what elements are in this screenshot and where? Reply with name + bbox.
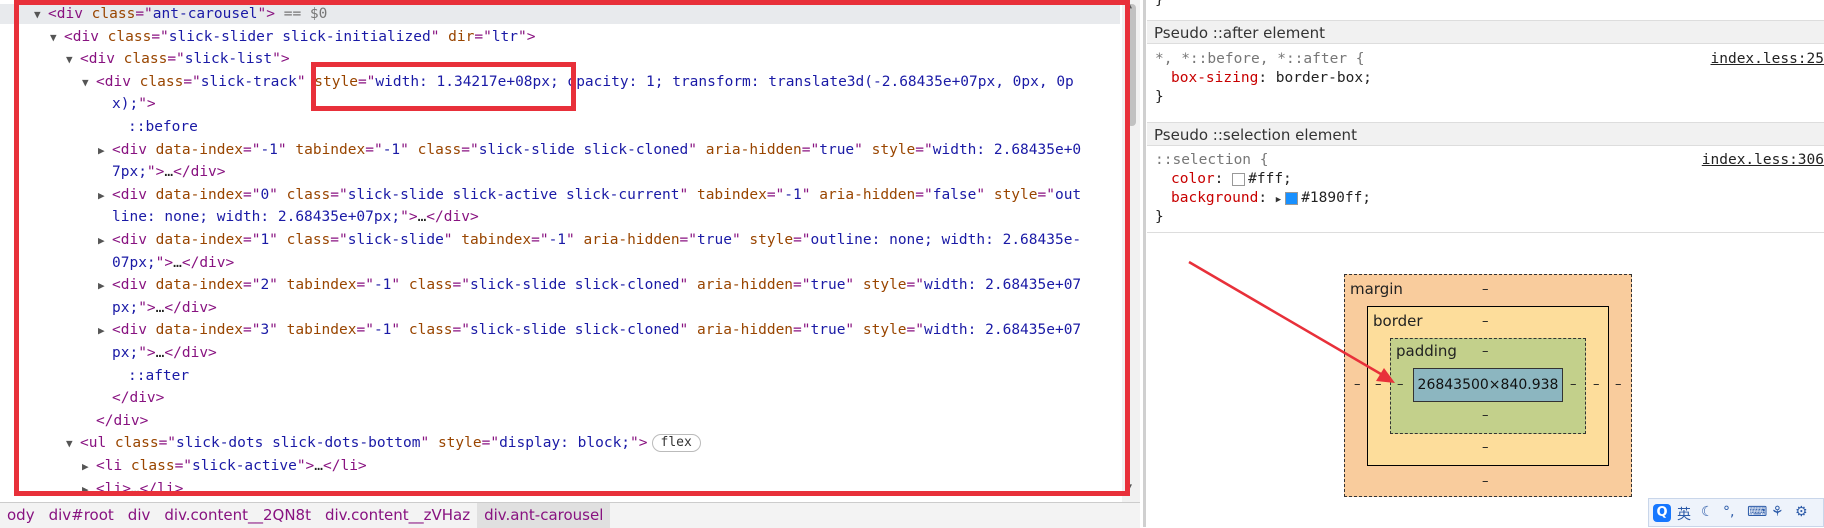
annotation-box-style-width — [311, 62, 576, 111]
border-top-value[interactable]: – — [1482, 314, 1489, 329]
selection-color-declaration[interactable]: color: #fff; — [1171, 170, 1292, 189]
top-brace: } — [1155, 0, 1164, 10]
margin-top-value[interactable]: – — [1482, 282, 1489, 297]
breadcrumb-item[interactable]: div.content__2QN8t — [157, 503, 318, 528]
ime-language-toggle[interactable]: 英 — [1677, 504, 1691, 524]
breadcrumb-item[interactable]: div — [121, 503, 158, 528]
after-rule-value: border-box; — [1276, 70, 1372, 86]
after-rule-close: } — [1155, 88, 1164, 107]
ime-punctuation-icon[interactable]: °, — [1723, 504, 1734, 520]
after-rule-selector: *, *::before, *::after { — [1155, 50, 1365, 69]
white-color-swatch-icon[interactable] — [1232, 173, 1245, 186]
ime-skin-icon[interactable]: ⚘ — [1771, 504, 1784, 520]
selection-bg-declaration[interactable]: background: ▶#1890ff; — [1171, 189, 1371, 210]
styles-separator — [1147, 232, 1824, 233]
selection-rule-selector: ::selection { — [1155, 151, 1269, 170]
ime-logo-icon[interactable]: Q — [1653, 504, 1671, 522]
breadcrumb-item[interactable]: ody — [0, 503, 42, 528]
after-rule-prop: box-sizing — [1171, 70, 1258, 86]
box-model-content-size[interactable]: 26843500×840.938 — [1413, 368, 1563, 402]
selection-element-header: Pseudo ::selection element — [1147, 122, 1824, 146]
margin-left-value[interactable]: – — [1354, 377, 1361, 392]
breadcrumb: odydiv#rootdivdiv.content__2QN8tdiv.cont… — [0, 502, 1140, 528]
border-bottom-value[interactable]: – — [1482, 440, 1489, 455]
margin-label: margin — [1350, 280, 1403, 298]
after-element-header: Pseudo ::after element — [1147, 20, 1824, 44]
breadcrumb-item[interactable]: div#root — [42, 503, 121, 528]
expand-triangle-icon[interactable]: ▶ — [1276, 191, 1281, 210]
selection-rule-source-link[interactable]: index.less:306 — [1702, 151, 1824, 170]
panel-divider[interactable] — [1143, 0, 1146, 527]
padding-left-value[interactable]: – — [1397, 377, 1404, 392]
margin-right-value[interactable]: – — [1615, 377, 1622, 392]
padding-top-value[interactable]: – — [1482, 344, 1489, 359]
selection-bg-prop: background — [1171, 190, 1258, 206]
border-right-value[interactable]: – — [1593, 377, 1600, 392]
blue-color-swatch-icon[interactable] — [1285, 192, 1298, 205]
selection-color-value: #fff; — [1248, 171, 1292, 187]
ime-settings-icon[interactable]: ⚙ — [1795, 504, 1808, 520]
margin-bottom-value[interactable]: – — [1482, 474, 1489, 489]
selection-rule-close: } — [1155, 208, 1164, 227]
breadcrumb-item[interactable]: div.content__zVHaz — [318, 503, 477, 528]
after-rule-source-link[interactable]: index.less:25 — [1711, 50, 1824, 69]
padding-bottom-value[interactable]: – — [1482, 408, 1489, 423]
ime-moon-icon[interactable]: ☾ — [1701, 504, 1714, 520]
selection-color-prop: color — [1171, 171, 1215, 187]
after-rule-declaration[interactable]: box-sizing: border-box; — [1171, 69, 1372, 88]
border-left-value[interactable]: – — [1375, 377, 1382, 392]
after-rule-selector-text: *, *::before, *::after { — [1155, 51, 1365, 67]
padding-right-value[interactable]: – — [1570, 377, 1577, 392]
border-label: border — [1373, 312, 1423, 330]
selection-rule-selector-text: ::selection { — [1155, 152, 1269, 168]
ime-keyboard-icon[interactable]: ⌨ — [1747, 504, 1767, 520]
padding-label: padding — [1396, 342, 1457, 360]
selection-bg-value: #1890ff; — [1301, 190, 1371, 206]
ime-toolbar[interactable]: Q 英 ☾ °, ⌨ ⚘ ⚙ — [1648, 498, 1824, 527]
breadcrumb-item[interactable]: div.ant-carousel — [477, 503, 610, 528]
